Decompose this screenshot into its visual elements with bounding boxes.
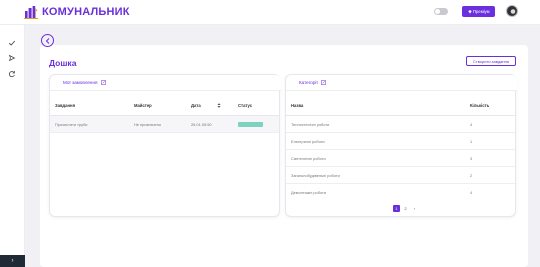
table-row[interactable]: Електричні роботи 1 [286,133,515,150]
building-icon [24,6,38,19]
table-row[interactable]: Прочистити труби Не призначено 26.01.05:… [50,116,279,133]
date-cell: 26.01.05:50 [191,122,212,127]
refresh-icon[interactable] [8,70,16,78]
diamond-icon [467,9,472,14]
task-cell: Прочистити труби [55,122,88,127]
orders-card: Мої замовлення Завдання Майстер Дата Ста… [49,74,281,217]
column-header-status[interactable]: Статус [238,103,252,108]
category-name: Електричні роботи [291,139,325,144]
sidebar: › [0,25,25,267]
category-count: 4 [470,190,473,195]
table-row[interactable]: Сантехнічні роботи 3 [286,150,515,167]
category-count: 2 [470,173,473,178]
sidebar-expand-button[interactable]: › [0,255,25,267]
orders-table-header: Завдання Майстер Дата Статус [50,96,279,116]
column-header-name[interactable]: Назва [291,103,303,108]
next-page-button[interactable]: › [411,205,418,212]
page-button-2[interactable]: 2 [402,205,409,212]
category-count: 1 [470,139,473,144]
premium-label: Преміум [473,9,490,14]
top-bar: КОМУНАЛЬНИК Преміум [0,0,540,25]
category-count: 3 [470,156,473,161]
pagination: 1 2 › [393,205,418,212]
check-icon[interactable] [8,39,16,47]
premium-button[interactable]: Преміум [462,6,495,17]
table-row[interactable]: Загальнобудівельні роботи 2 [286,167,515,184]
column-header-date-label: Дата [191,103,201,108]
master-cell: Не призначено [134,122,162,127]
tab-categories-label: Категорії [299,80,318,85]
create-task-button[interactable]: Створити завдання [466,56,516,66]
category-name: Демонтажні роботи [291,190,326,195]
tab-my-orders-label: Мої замовлення [63,80,98,85]
tab-categories[interactable]: Категорії [286,75,517,91]
column-header-count[interactable]: Кількість [470,103,489,108]
column-header-task[interactable]: Завдання [55,103,75,108]
status-badge [238,122,263,127]
app-logo[interactable]: КОМУНАЛЬНИК [24,5,130,19]
app-name: КОМУНАЛЬНИК [42,6,130,18]
category-name: Загальнобудівельні роботи [291,173,340,178]
categories-card: Категорії Назва Кількість Теплотехнічні … [285,74,517,217]
categories-table-header: Назва Кількість [286,96,515,116]
edit-icon [320,80,326,85]
category-name: Сантехнічні роботи [291,156,326,161]
column-header-master[interactable]: Майстер [134,103,152,108]
page-title: Дошка [49,58,77,68]
tab-my-orders[interactable]: Мої замовлення [50,75,281,91]
chevron-right-icon: › [11,258,14,264]
edit-icon [100,80,106,85]
send-icon[interactable] [8,54,16,62]
back-button[interactable] [41,34,54,47]
user-avatar-icon [510,9,516,14]
table-row[interactable]: Демонтажні роботи 4 [286,184,515,201]
status-cell [238,116,263,133]
sort-icon [217,103,221,108]
arrow-left-icon [45,37,49,44]
theme-toggle[interactable] [434,8,448,15]
avatar[interactable] [506,5,518,17]
page-button-1[interactable]: 1 [393,205,400,212]
category-count: 4 [470,122,473,127]
category-name: Теплотехнічні роботи [291,122,330,127]
table-row[interactable]: Теплотехнічні роботи 4 [286,116,515,133]
column-header-date[interactable]: Дата [191,103,221,108]
